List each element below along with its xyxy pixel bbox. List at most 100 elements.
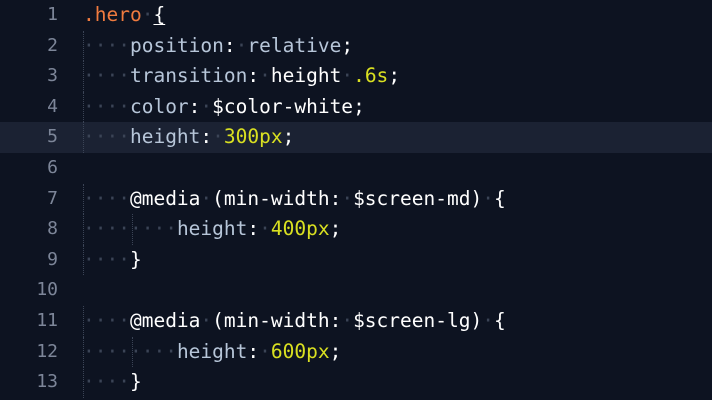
line-number[interactable]: 2 <box>0 31 58 62</box>
code-token: color <box>129 94 189 118</box>
indent-whitespace: ···· <box>83 370 130 394</box>
code-token: } <box>129 370 142 394</box>
code-token: height <box>176 339 248 363</box>
code-token: · <box>341 64 354 88</box>
code-text: ····} <box>83 367 142 398</box>
code-token: : <box>223 33 236 57</box>
indent-guide <box>83 30 84 62</box>
code-line[interactable]: 13 ····} <box>0 367 712 398</box>
code-token: · <box>200 186 213 210</box>
code-token: : <box>188 94 201 118</box>
code-line[interactable]: 3 ····transition:·height·.6s; <box>0 61 712 92</box>
code-line[interactable]: 5 ····height:·300px; <box>0 122 712 153</box>
code-token: height <box>270 64 342 88</box>
code-token: · <box>482 308 494 332</box>
code-token: (min-width: <box>212 308 342 332</box>
code-token: · <box>200 308 213 332</box>
code-editor[interactable]: 1 .hero·{2 ····position:·relative; 3 ····tra… <box>0 0 712 400</box>
line-number[interactable]: 7 <box>0 184 58 215</box>
line-number[interactable]: 8 <box>0 214 58 245</box>
code-token: · <box>259 217 271 241</box>
code-token: ; <box>329 217 342 241</box>
code-line[interactable]: 7 ····@media·(min-width:·$screen-md)·{ <box>0 183 712 215</box>
line-number[interactable]: 13 <box>0 367 58 398</box>
code-line[interactable]: 2 ····position:·relative; <box>0 30 712 62</box>
code-line[interactable]: 1 .hero·{ <box>0 0 712 31</box>
code-text: ········height:·400px; <box>83 214 341 245</box>
code-token: · <box>259 339 271 363</box>
code-text: .hero·{ <box>83 0 165 31</box>
code-token: · <box>341 308 354 332</box>
code-token: height <box>129 125 201 149</box>
code-token: { <box>153 3 166 26</box>
indent-guide <box>83 183 84 215</box>
code-token: ; <box>388 64 401 88</box>
code-text: ········height:·600px; <box>83 337 341 368</box>
code-line[interactable]: 12 ········height:·600px; <box>0 336 712 368</box>
line-number[interactable]: 6 <box>0 153 58 184</box>
code-token: : <box>247 339 260 363</box>
indent-guide <box>131 336 133 368</box>
indent-whitespace: ···· <box>83 339 130 363</box>
line-number[interactable]: 10 <box>0 275 58 306</box>
code-token: : <box>200 125 213 149</box>
code-token: .6s <box>353 64 389 88</box>
code-text: ····transition:·height·.6s; <box>83 61 400 92</box>
line-number[interactable]: 12 <box>0 337 58 368</box>
code-token: 300px <box>223 125 283 149</box>
indent-whitespace: ···· <box>83 94 130 118</box>
line-number[interactable]: 4 <box>0 92 58 123</box>
indent-guide <box>83 61 84 92</box>
code-line[interactable]: 9 ····} <box>0 244 712 276</box>
line-number[interactable]: 5 <box>0 122 58 153</box>
code-line[interactable]: 11 ····@media·(min-width:·$screen-lg)·{ <box>0 305 712 337</box>
indent-whitespace: ···· <box>83 125 130 149</box>
code-text: ····@media·(min-width:·$screen-lg)·{ <box>83 306 506 337</box>
indent-whitespace: ···· <box>129 217 177 241</box>
indent-whitespace: ···· <box>83 247 130 271</box>
code-line[interactable]: 8 ········height:·400px; <box>0 214 712 245</box>
code-token: @media <box>129 308 201 332</box>
code-token: @media <box>129 186 201 210</box>
code-text: ····@media·(min-width:·$screen-md)·{ <box>83 184 506 215</box>
code-token: ; <box>282 125 295 149</box>
indent-guide <box>131 214 133 245</box>
code-token: · <box>200 94 213 118</box>
indent-guide <box>83 244 84 276</box>
code-token: · <box>141 3 154 26</box>
code-text: ····height:·300px; <box>83 122 294 153</box>
indent-guide <box>83 336 84 368</box>
indent-guide <box>83 214 84 245</box>
code-line[interactable]: 10 <box>0 275 712 306</box>
code-line[interactable]: 4 ····color:·$color-white; <box>0 91 712 123</box>
code-text: ····position:·relative; <box>83 31 353 62</box>
code-token: relative <box>247 33 342 57</box>
code-text: ····} <box>83 245 142 276</box>
line-number[interactable]: 1 <box>0 0 58 31</box>
indent-guide <box>83 305 84 337</box>
line-number[interactable]: 9 <box>0 245 58 276</box>
code-token: { <box>493 186 506 210</box>
indent-guide <box>83 122 84 153</box>
code-text: ····color:·$color-white; <box>83 92 365 123</box>
indent-whitespace: ···· <box>83 33 130 57</box>
code-token: $screen-lg) <box>353 308 483 332</box>
code-token: 600px <box>270 339 330 363</box>
code-token: height <box>176 217 248 241</box>
line-number[interactable]: 11 <box>0 306 58 337</box>
code-token: position <box>129 33 224 57</box>
code-token: : <box>247 217 260 241</box>
indent-whitespace: ···· <box>83 64 130 88</box>
code-token: ; <box>329 339 342 363</box>
code-token: ; <box>341 33 354 57</box>
code-token: · <box>212 125 224 149</box>
code-token: · <box>482 186 494 210</box>
code-token: 400px <box>270 217 330 241</box>
code-token: $screen-md) <box>353 186 483 210</box>
line-number[interactable]: 3 <box>0 61 58 92</box>
indent-guide <box>83 367 84 398</box>
code-token: · <box>235 33 248 57</box>
code-line[interactable]: 6 <box>0 153 712 184</box>
indent-guide <box>83 91 84 123</box>
code-token: ; <box>353 94 365 118</box>
